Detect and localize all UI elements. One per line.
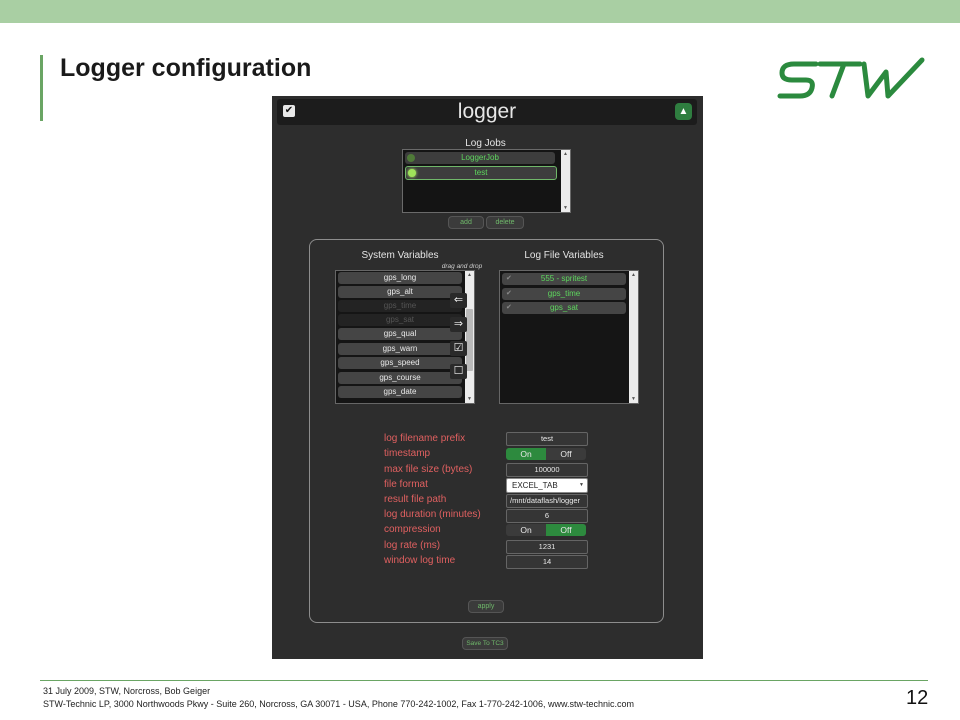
scroll-up-icon[interactable]: ▲ [561,150,570,158]
max-file-size-field[interactable]: 100000 [506,463,588,477]
timestamp-off-option[interactable]: Off [546,448,586,460]
check-icon: ✔ [506,290,512,297]
max-file-size-label: max file size (bytes) [384,464,473,475]
job-status-icon [407,154,415,162]
window-log-time-label: window log time [384,555,456,566]
filename-prefix-field[interactable]: test [506,432,588,446]
scroll-up-icon[interactable]: ▲ [629,271,638,279]
list-item-logvar[interactable]: ✔ 555 - spritest [502,273,626,285]
system-variables-label: System Variables [361,250,439,261]
drag-and-drop-hint: drag and drop [441,263,483,270]
list-item-job-selected[interactable]: test [405,166,557,180]
scroll-thumb[interactable] [466,309,473,371]
list-item-var[interactable]: gps_date [338,386,462,398]
system-variables-list[interactable]: gps_long gps_alt gps_time gps_sat gps_qu… [335,270,475,404]
scroll-down-icon[interactable]: ▼ [465,395,474,403]
compression-toggle[interactable]: On Off [506,524,586,536]
timestamp-on-option[interactable]: On [506,448,546,460]
log-file-variables-list[interactable]: ✔ 555 - spritest ✔ gps_time ✔ gps_sat ▲ … [499,270,639,404]
result-file-path-field[interactable]: /mnt/dataflash/logger [506,494,588,508]
delete-job-button[interactable]: delete [486,216,524,229]
select-all-checkbox-icon[interactable]: ☑ [450,341,467,356]
list-item-var[interactable]: gps_alt [338,286,462,298]
compression-label: compression [384,524,441,535]
compression-on-option[interactable]: On [506,524,546,536]
slide-title: Logger configuration [60,54,312,82]
list-item-var[interactable]: gps_speed [338,357,462,369]
collapse-chevron-up-icon[interactable]: ▲ [675,103,692,120]
move-left-arrow-icon[interactable]: ⇐ [450,293,467,308]
footer-date-author: 31 July 2009, STW, Norcross, Bob Geiger [43,686,211,696]
save-to-tc3-button[interactable]: Save To TC3 [462,637,508,650]
chevron-down-icon: ▼ [579,482,584,488]
list-item-var[interactable]: gps_qual [338,328,462,340]
list-item-var-disabled: gps_time [338,300,462,312]
window-log-time-field[interactable]: 14 [506,555,588,569]
check-icon: ✔ [506,275,512,282]
list-item-var[interactable]: gps_warn [338,343,462,355]
timestamp-label: timestamp [384,448,431,459]
scroll-down-icon[interactable]: ▼ [629,395,638,403]
list-item-job[interactable]: LoggerJob [405,152,555,164]
page-number: 12 [906,687,929,709]
logger-app-screenshot: ✔ logger ▲ Log Jobs LoggerJob test ▲ ▼ a… [272,96,703,659]
log-rate-field[interactable]: 1231 [506,540,588,554]
stw-logo [777,57,925,99]
scroll-down-icon[interactable]: ▼ [561,204,570,212]
list-item-var[interactable]: gps_course [338,372,462,384]
list-item-logvar[interactable]: ✔ gps_sat [502,302,626,314]
system-variables-scrollbar[interactable]: ▲ ▼ [465,271,474,403]
log-jobs-label: Log Jobs [465,138,506,149]
log-rate-label: log rate (ms) [384,540,441,551]
filename-prefix-label: log filename prefix [384,433,466,444]
apply-button[interactable]: apply [468,600,504,613]
list-item-var-disabled: gps_sat [338,314,462,326]
result-file-path-label: result file path [384,494,447,505]
log-duration-field[interactable]: 6 [506,509,588,523]
file-format-label: file format [384,479,428,490]
file-format-select[interactable]: EXCEL_TAB ▼ [506,478,588,493]
check-icon: ✔ [506,304,512,311]
scroll-up-icon[interactable]: ▲ [465,271,474,279]
log-variables-scrollbar[interactable]: ▲ ▼ [629,271,638,403]
move-right-arrow-icon[interactable]: ⇒ [450,317,467,332]
top-banner [0,0,960,23]
app-header: ✔ logger ▲ [277,99,697,125]
log-jobs-list[interactable]: LoggerJob test ▲ ▼ [402,149,571,213]
app-title: logger [457,100,517,123]
job-status-icon [408,169,416,177]
log-file-variables-label: Log File Variables [524,250,604,261]
deselect-all-checkbox-icon[interactable]: ☐ [450,364,467,379]
jobs-scrollbar[interactable]: ▲ ▼ [561,150,570,212]
list-item-logvar[interactable]: ✔ gps_time [502,288,626,300]
add-job-button[interactable]: add [448,216,484,229]
log-duration-label: log duration (minutes) [384,509,481,520]
file-format-value: EXCEL_TAB [512,481,558,490]
footer-rule [40,680,928,681]
list-item-var[interactable]: gps_long [338,272,462,284]
compression-off-option[interactable]: Off [546,524,586,536]
title-accent-line [40,55,43,121]
footer-contact: STW-Technic LP, 3000 Northwoods Pkwy - S… [43,699,634,709]
timestamp-toggle[interactable]: On Off [506,448,586,460]
